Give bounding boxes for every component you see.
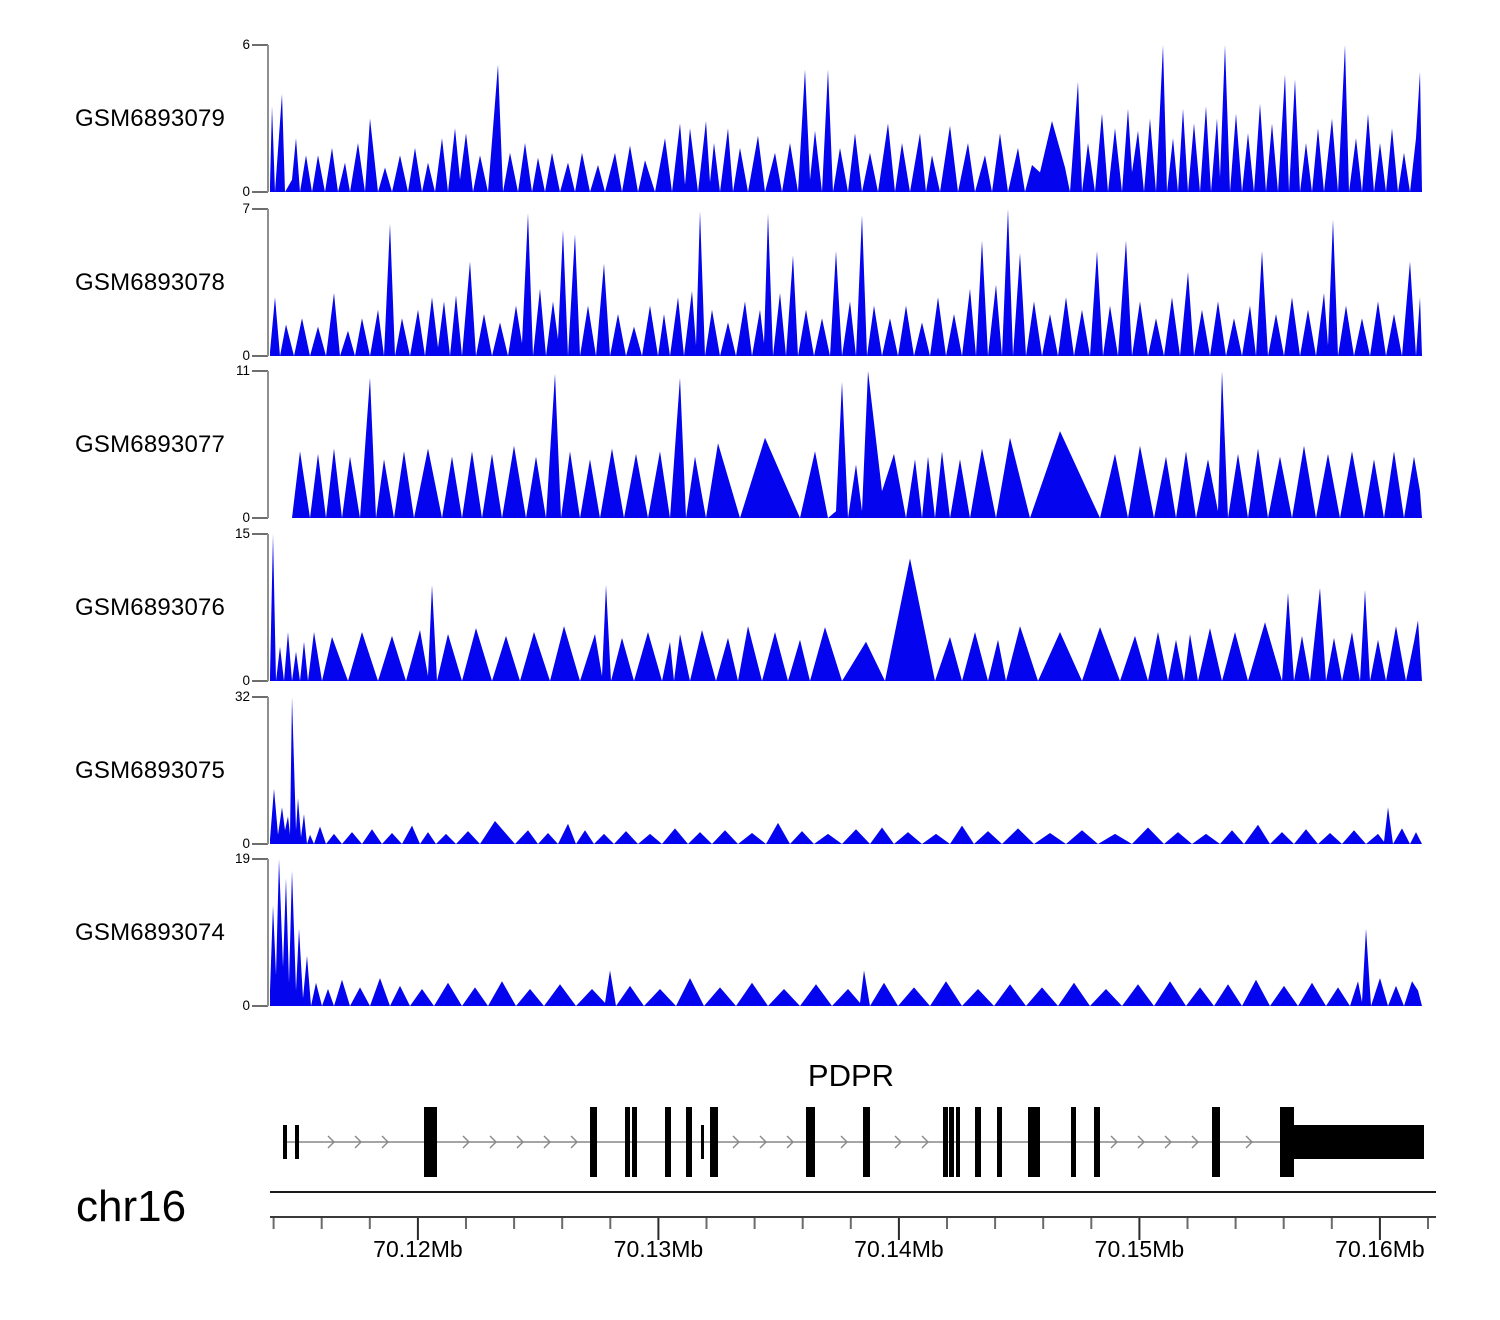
yaxis-top-tick [252,44,268,46]
yaxis-max-label: 6 [206,38,250,52]
yaxis-top-tick [252,696,268,698]
coverage-track-row: GSM6893075 32 0 [0,697,1500,844]
coverage-track-row: GSM6893076 15 0 [0,534,1500,681]
yaxis-bottom-tick [252,843,268,845]
yaxis-zero-label: 0 [206,837,250,851]
genome-coverage-figure: GSM6893079 6 0 GSM6893078 7 0 GSM6893077… [0,0,1500,1320]
yaxis-zero-label: 0 [206,185,250,199]
yaxis-max-label: 7 [206,202,250,216]
yaxis-zero-label: 0 [206,511,250,525]
coverage-area-chart [270,371,1422,518]
axis-tick-label: 70.15Mb [1095,1236,1185,1263]
coverage-track-row: GSM6893074 19 0 [0,859,1500,1006]
gene-model-track [270,1092,1432,1202]
yaxis-line [267,45,269,192]
coverage-area-chart [270,45,1422,192]
axis-tick-label: 70.13Mb [614,1236,704,1263]
yaxis-zero-label: 0 [206,999,250,1013]
coverage-area-chart [270,859,1422,1006]
yaxis-max-label: 15 [206,527,250,541]
coverage-area-chart [270,697,1422,844]
yaxis-bottom-tick [252,680,268,682]
coverage-area-chart [270,534,1422,681]
track-label: GSM6893074 [75,919,225,947]
yaxis-zero-label: 0 [206,349,250,363]
yaxis-max-label: 32 [206,690,250,704]
yaxis-bottom-tick [252,355,268,357]
yaxis-top-tick [252,370,268,372]
yaxis-bottom-tick [252,517,268,519]
yaxis-line [267,697,269,844]
track-label: GSM6893077 [75,431,225,459]
track-label: GSM6893079 [75,105,225,133]
gene-name-label: PDPR [270,1058,1432,1094]
axis-tick-label: 70.12Mb [373,1236,463,1263]
yaxis-line [267,534,269,681]
yaxis-max-label: 19 [206,852,250,866]
coverage-area-chart [270,209,1422,356]
yaxis-top-tick [252,858,268,860]
yaxis-bottom-tick [252,191,268,193]
yaxis-zero-label: 0 [206,674,250,688]
yaxis-line [267,209,269,356]
yaxis-bottom-tick [252,1005,268,1007]
coverage-track-row: GSM6893077 11 0 [0,371,1500,518]
coverage-track-row: GSM6893079 6 0 [0,45,1500,192]
track-label: GSM6893078 [75,269,225,297]
axis-tick-label: 70.16Mb [1335,1236,1425,1263]
chromosome-label: chr16 [76,1182,186,1232]
yaxis-line [267,371,269,518]
track-label: GSM6893075 [75,757,225,785]
yaxis-top-tick [252,533,268,535]
axis-tick-label: 70.14Mb [854,1236,944,1263]
yaxis-max-label: 11 [206,364,250,378]
yaxis-line [267,859,269,1006]
track-label: GSM6893076 [75,594,225,622]
yaxis-top-tick [252,208,268,210]
coverage-track-row: GSM6893078 7 0 [0,209,1500,356]
chromosome-line [270,1191,1436,1193]
